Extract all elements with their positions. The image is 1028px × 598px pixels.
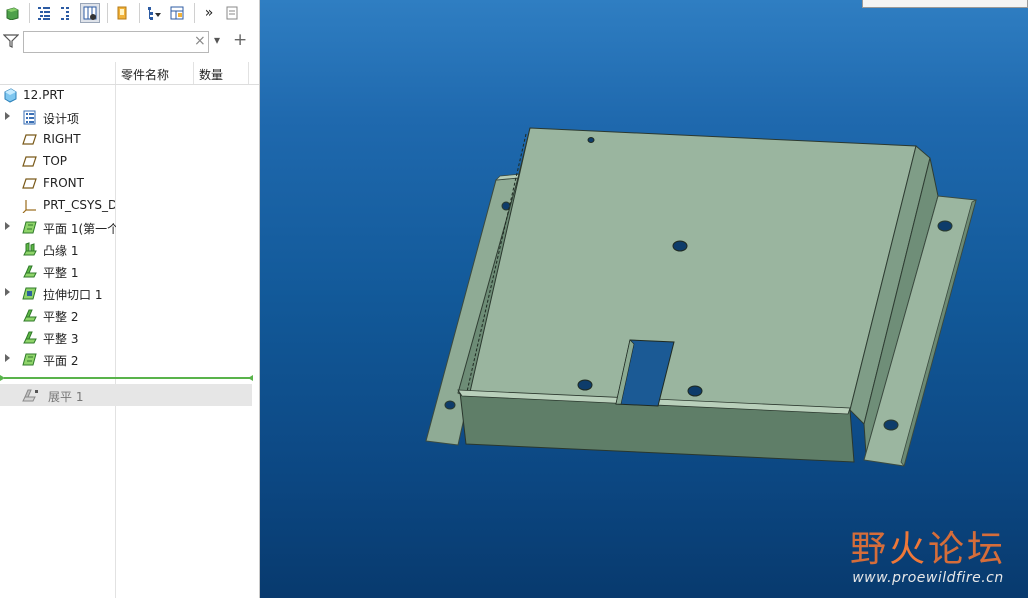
watermark-text: 野 [849, 529, 889, 570]
settings-sheet-icon[interactable] [222, 3, 242, 23]
tree-item[interactable]: 凸缘 1 [0, 238, 252, 260]
column-part-name[interactable]: 零件名称 [121, 66, 169, 83]
top-face [469, 127, 917, 411]
tree-collapse-icon[interactable] [57, 3, 77, 23]
tree-item[interactable]: 平整 1 [0, 260, 252, 282]
tree-item[interactable]: 平整 2 [0, 304, 252, 326]
part-cube-icon [3, 88, 18, 103]
tree-item-label: 平面 2 [43, 354, 79, 368]
column-divider[interactable] [248, 62, 249, 84]
tree-item-label: 平整 1 [43, 266, 79, 280]
tree-item-label: 凸缘 1 [43, 244, 79, 258]
tree-item-label: TOP [43, 154, 68, 168]
flatten-icon [22, 388, 38, 403]
watermark-title: 野火论坛 [850, 530, 1006, 570]
clear-search-icon[interactable]: × [194, 33, 206, 49]
mount-hole [883, 419, 899, 431]
mount-hole [937, 220, 953, 232]
top-hole [687, 385, 703, 397]
expand-arrow-icon[interactable] [5, 222, 10, 230]
top-hole [577, 379, 593, 391]
tree-root-label: 12.PRT [23, 88, 65, 102]
planar-wall-icon [22, 352, 37, 367]
flat-wall-icon [22, 308, 37, 323]
bookmark-icon[interactable] [112, 3, 132, 23]
more-tools-icon[interactable]: » [199, 3, 219, 23]
sheetmetal-part-model[interactable] [260, 0, 1028, 598]
toolbar-separator [29, 3, 30, 23]
column-divider[interactable] [115, 62, 116, 84]
mount-hole [444, 400, 456, 410]
watermark-url: www.proewildfire.cn [852, 570, 1004, 586]
tree-item-label: FRONT [43, 176, 84, 190]
flat-wall-icon [22, 330, 37, 345]
add-filter-icon[interactable]: + [233, 30, 247, 50]
tree-item[interactable]: FRONT [0, 172, 252, 194]
top-hole [587, 137, 595, 143]
tree-item-label: 平整 3 [43, 332, 79, 346]
csys-icon [22, 198, 37, 214]
graphics-viewport[interactable]: 野火论坛 www.proewildfire.cn [260, 0, 1028, 598]
toolbar-separator [139, 3, 140, 23]
column-divider[interactable] [193, 62, 194, 84]
datum-plane-icon [22, 132, 37, 147]
planar-wall-icon [22, 220, 37, 235]
tree-item[interactable]: 设计项 [0, 106, 252, 128]
model-tree-toolbar: » [0, 0, 259, 26]
toolbar-separator [107, 3, 108, 23]
expand-arrow-icon[interactable] [5, 354, 10, 362]
tree-filter-dropdown-icon[interactable] [144, 3, 164, 23]
tree-root[interactable]: 12.PRT [0, 84, 252, 106]
layers-icon [22, 110, 37, 125]
extrude-cut-icon [22, 286, 37, 301]
datum-plane-icon [22, 154, 37, 169]
tree-item[interactable]: 平面 1(第一个 [0, 216, 252, 238]
insert-here-marker[interactable] [0, 375, 253, 381]
forum-watermark: 野火论坛 www.proewildfire.cn [850, 530, 1006, 587]
expand-arrow-icon[interactable] [5, 112, 10, 120]
column-header: 零件名称 数量 [0, 62, 259, 85]
tree-item-suppressed[interactable]: 展平 1 [0, 384, 252, 406]
tree-item[interactable]: PRT_CSYS_DI [0, 194, 252, 216]
layer-tree-icon[interactable] [167, 3, 187, 23]
search-row: × ▾ + [0, 28, 259, 56]
watermark-text: 论坛 [927, 529, 1006, 570]
tree-item-label: 平整 2 [43, 310, 79, 324]
tree-item-label: 展平 1 [48, 390, 84, 404]
tree-item[interactable]: TOP [0, 150, 252, 172]
tree-item[interactable]: RIGHT [0, 128, 252, 150]
more-tools-glyph: » [204, 5, 214, 21]
filter-icon[interactable] [2, 33, 20, 52]
tree-item[interactable]: 平整 3 [0, 326, 252, 348]
top-hole [672, 240, 688, 252]
watermark-fire-text: 火 [888, 529, 928, 570]
column-quantity[interactable]: 数量 [199, 66, 223, 83]
tree-expand-icon[interactable] [34, 3, 54, 23]
tree-item-label: RIGHT [43, 132, 81, 146]
tree-item[interactable]: 平面 2 [0, 348, 252, 370]
model-tree-panel: » × ▾ + 零件名称 数量 12.PRT 设计项 RIGHT TOP FRO… [0, 0, 260, 598]
flange-wall-icon [22, 242, 37, 257]
flat-wall-icon [22, 264, 37, 279]
tree-item-label: 平面 1(第一个 [43, 222, 116, 236]
tree-columns-icon[interactable] [80, 3, 100, 23]
tree-item-label: 设计项 [43, 112, 80, 126]
tree-item-label: PRT_CSYS_DI [43, 198, 115, 212]
datum-plane-icon [22, 176, 37, 191]
part-icon[interactable] [2, 3, 22, 23]
search-dropdown-icon[interactable]: ▾ [214, 33, 220, 47]
toolbar-separator [194, 3, 195, 23]
tree-item[interactable]: 拉伸切口 1 [0, 282, 252, 304]
search-input[interactable] [23, 31, 209, 53]
tree-item-label: 拉伸切口 1 [43, 288, 103, 302]
expand-arrow-icon[interactable] [5, 288, 10, 296]
